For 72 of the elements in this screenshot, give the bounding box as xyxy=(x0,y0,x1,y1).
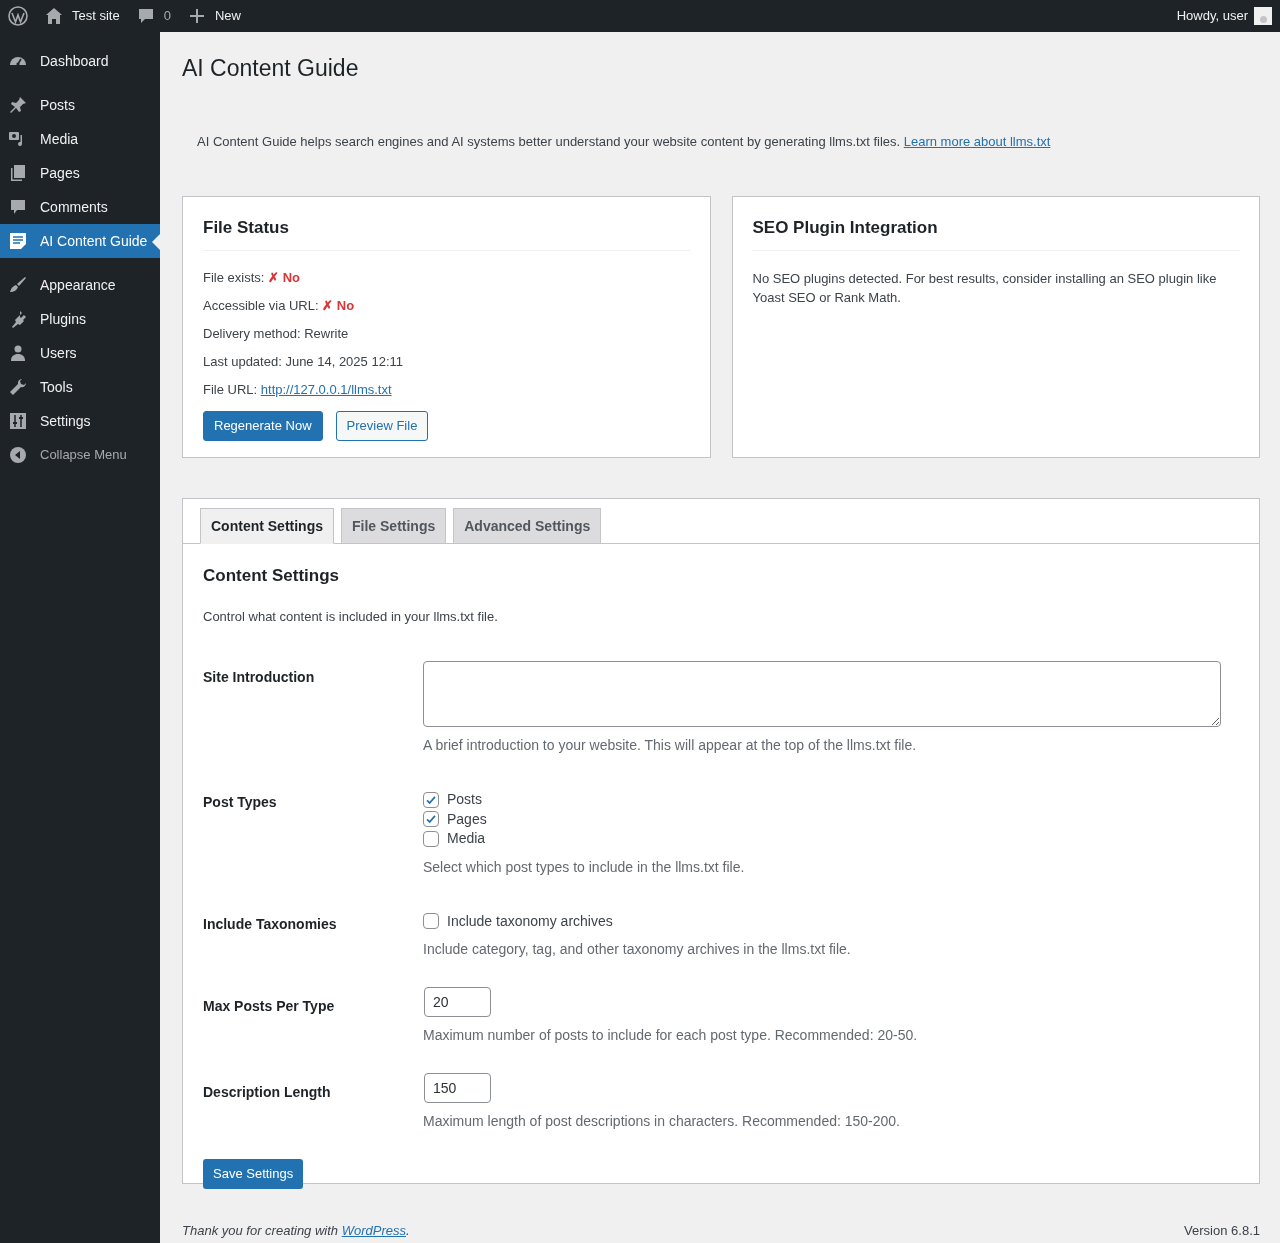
field-label: Description Length xyxy=(203,1083,332,1102)
sidebar-menu-item[interactable]: Tools xyxy=(0,370,160,404)
wrench-icon xyxy=(8,377,28,397)
footer-text: Thank you for creating with WordPress. xyxy=(182,1222,410,1240)
paintbrush-icon xyxy=(8,275,28,295)
sidebar-menu-item[interactable]: Pages xyxy=(0,156,160,190)
checkbox[interactable] xyxy=(423,830,439,847)
settings-tab[interactable]: Content Settings xyxy=(200,508,334,544)
avatar-icon xyxy=(1254,7,1272,25)
sidebar-menu-item[interactable]: Posts xyxy=(0,88,160,122)
sidebar-menu-item[interactable]: Users xyxy=(0,336,160,370)
number-field[interactable]: 150 xyxy=(424,1073,491,1103)
textarea-field[interactable] xyxy=(423,661,1221,727)
comment-count[interactable]: 0 xyxy=(163,6,171,26)
sidebar-menu-item[interactable]: Settings xyxy=(0,404,160,438)
help-text: Maximum length of post descriptions in characters. Recommended: 150-200. xyxy=(423,1112,901,1131)
greeting-link[interactable]: Howdy, user xyxy=(1176,6,1248,26)
status-line: File URL: http://127.0.0.1/llms.txt xyxy=(203,380,393,398)
wordpress-logo-icon xyxy=(8,6,28,26)
new-link[interactable]: New xyxy=(214,6,241,26)
status-line: Accessible via URL: ✗ No xyxy=(203,296,356,314)
save-settings-button[interactable]: Save Settings xyxy=(203,1159,304,1189)
field-label: Include Taxonomies xyxy=(203,914,338,934)
person-icon xyxy=(8,343,28,363)
site-name-link[interactable]: Test site xyxy=(72,6,120,26)
checkbox[interactable] xyxy=(423,791,439,808)
checkbox[interactable] xyxy=(423,913,439,930)
preview-button[interactable]: Preview File xyxy=(335,410,429,441)
pushpin-icon xyxy=(8,95,28,115)
left-arrow-circle-icon xyxy=(8,445,28,465)
section-title: Content Settings xyxy=(203,565,340,587)
status-line: Last updated: June 14, 2025 12:11 xyxy=(203,352,404,370)
status-line: Delivery method: Rewrite xyxy=(203,324,350,342)
checkbox-label: Posts xyxy=(447,790,482,810)
number-field[interactable]: 20 xyxy=(424,987,491,1017)
home-icon xyxy=(44,6,64,26)
card-title: File Status xyxy=(203,215,690,251)
sidebar-menu-item[interactable]: Media xyxy=(0,122,160,156)
seo-message: No SEO plugins detected. For best results, consider installing an SEO plugin like Yoast SEO or Rank Math. xyxy=(752,269,1218,307)
settings-tab[interactable]: File Settings xyxy=(341,508,447,544)
checkbox-label: Media xyxy=(447,829,486,849)
sidebar-menu-item[interactable]: Plugins xyxy=(0,302,160,336)
help-text: Select which post types to include in the llms.txt file. xyxy=(423,857,746,877)
field-label: Max Posts Per Type xyxy=(203,997,336,1016)
sliders-icon xyxy=(8,411,28,431)
settings-tab[interactable]: Advanced Settings xyxy=(453,508,602,544)
status-line: File exists: ✗ No xyxy=(203,268,301,286)
page-title: AI Content Guide xyxy=(182,54,359,83)
section-description: Control what content is included in your llms.txt file. xyxy=(203,607,499,626)
checkbox-label: Pages xyxy=(447,809,487,829)
pages-icon xyxy=(8,163,28,183)
checkbox[interactable] xyxy=(423,811,439,828)
field-label: Site Introduction xyxy=(203,668,316,687)
current-page-pointer-icon xyxy=(152,234,160,250)
sidebar-menu-item[interactable]: AI Content Guide xyxy=(0,224,160,258)
help-text: Include category, tag, and other taxonomy archives in the llms.txt file. xyxy=(423,940,852,959)
intro-text: AI Content Guide helps search engines and AI systems better understand your website content by generating llms.txt files. Learn more about llms.txt xyxy=(197,132,1051,151)
help-text: Maximum number of posts to include for each post type. Recommended: 20-50. xyxy=(423,1026,919,1045)
version-text: Version 6.8.1 xyxy=(1184,1222,1260,1240)
sidebar-menu-item[interactable]: Comments xyxy=(0,190,160,224)
file-url-link[interactable]: http://127.0.0.1/llms.txt xyxy=(260,381,392,397)
sidebar-menu-item[interactable]: Appearance xyxy=(0,268,160,302)
learn-more-link[interactable]: Learn more about llms.txt xyxy=(903,133,1051,149)
card-title: SEO Plugin Integration xyxy=(752,215,1239,251)
collapse-menu-button[interactable]: Collapse Menu xyxy=(0,438,160,472)
checkbox-label: Include taxonomy archives xyxy=(447,911,613,931)
regenerate-button[interactable]: Regenerate Now xyxy=(203,410,323,441)
sidebar-menu-item[interactable]: Dashboard xyxy=(0,44,160,78)
document-lines-icon xyxy=(8,231,28,251)
help-text: A brief introduction to your website. This will appear at the top of the llms.txt file. xyxy=(423,736,918,755)
wordpress-link[interactable]: WordPress xyxy=(341,1223,406,1238)
field-label: Post Types xyxy=(203,793,278,812)
